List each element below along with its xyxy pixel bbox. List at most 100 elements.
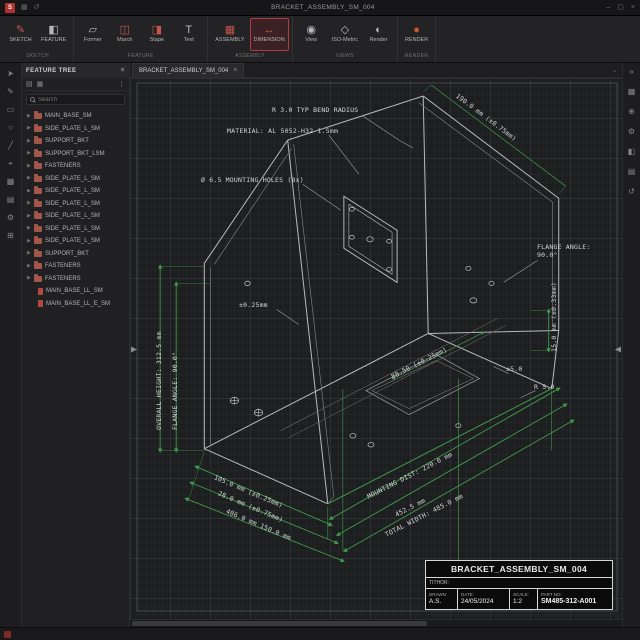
search-input[interactable] [38,96,121,103]
sketch-button[interactable]: ✎ SKETCH [5,18,36,51]
tree-item[interactable]: ▶ SUPPORT_BKT [22,135,129,148]
properties-icon[interactable]: ▦ [628,88,636,96]
sketch-pencil-icon[interactable]: ✎ [7,88,14,96]
collapse-panel-icon[interactable]: » [629,68,633,76]
chevron-right-icon[interactable]: ▶ [27,163,31,169]
tree-item[interactable]: ▶ SUPPORT_BKT [22,248,129,261]
tree-item[interactable]: ▶ FASTENERS [22,260,129,273]
text-button[interactable]: T Text [173,18,204,51]
chevron-right-icon[interactable]: ▶ [27,151,31,156]
title-block: BRACKET_ASSEMBLY_SM_004 TITHOR: DRAWN: A… [425,560,613,610]
stape-button[interactable]: ◨ Stape [141,18,172,51]
panel-close-icon[interactable]: × [121,67,126,74]
line-tool-icon[interactable]: ╱ [8,142,13,150]
window-title: BRACKET_ASSEMBLY_SM_004 [271,4,375,11]
chevron-right-icon[interactable]: ▶ [27,251,31,256]
close-window-icon[interactable]: × [631,4,635,11]
chevron-right-icon[interactable]: ▶ [27,126,31,131]
title-block-scale-cell: SCALE: 1:2 [510,589,538,609]
rect-tool-icon[interactable]: ▭ [7,106,15,114]
status-logo-icon [4,630,11,638]
maximize-icon[interactable]: ▢ [617,4,624,11]
dim-tolerance: ±0.25mm [239,301,268,309]
search-box[interactable] [26,94,125,105]
folder-icon [34,148,42,157]
chevron-right-icon[interactable]: ▶ [27,226,31,231]
tree-item[interactable]: ▶ FASTENERS [22,160,129,173]
cursor-icon[interactable]: ➤ [7,70,14,78]
chevron-right-icon[interactable]: ▶ [27,113,31,119]
assembly-button[interactable]: ▦ ASSEMBLY [211,18,248,51]
feature-tree-panel: FEATURE TREE × ▤ ▦ ⋮ ▶MAIN_BASE_SM ▶SIDE… [22,63,130,627]
chevron-right-icon[interactable]: ▶ [27,276,31,281]
more-options-icon[interactable]: ⋮ [118,81,125,88]
horizontal-scrollbar-thumb[interactable] [132,621,427,626]
render-button[interactable]: ● RENDER [401,18,432,51]
tree-item[interactable]: ▶ SIDE_PLATE_L_SM [22,210,129,223]
shape-icon: ▱ [88,24,97,37]
grid-icon[interactable]: ▦ [7,178,15,186]
layers-icon[interactable]: ▤ [7,196,15,204]
tree-item[interactable]: ▶ SIDE_PLATE_L_SM [22,198,129,211]
tree-item[interactable]: ▶ SIDE_PLATE_L_SM [22,185,129,198]
iso-metric-button[interactable]: ◇ ISO-Metric [328,18,362,51]
tree-item[interactable]: ▶ SUPPORT_BKT_LSM [22,148,129,161]
tab-close-icon[interactable]: × [233,67,237,74]
cube-icon: ◧ [48,24,59,37]
pencil-icon: ✎ [15,24,26,37]
title-block-author-label: TITHOR: [426,578,612,589]
ribbon-group-sketch: ✎ SKETCH ◧ FEATURE SKETCH [2,16,75,62]
snap-target-icon[interactable]: ⌖ [8,160,13,168]
feature-button[interactable]: ◧ FEATURE [37,18,70,51]
tree-item[interactable]: ▶ SIDE_PLATE_L_SM [22,123,129,136]
render-view-button[interactable]: ◐ Render [363,18,394,51]
settings-gear-icon[interactable]: ⚙ [628,128,635,136]
filter-icon[interactable]: ▤ [26,81,33,88]
left-tool-strip: ➤ ✎ ▭ ○ ╱ ⌖ ▦ ▤ ⚙ ⊞ [0,63,22,627]
tree-item[interactable]: ▶ SIDE_PLATE_L_SM [22,235,129,248]
folder-icon [34,173,42,182]
tree-item[interactable]: ▶ FASTENERS [22,273,129,286]
undo-icon[interactable]: ↺ [34,4,40,11]
former-button[interactable]: ▱ Former [77,18,108,51]
menu-grid-icon[interactable]: ▦ [21,4,28,11]
drawing-viewport[interactable]: R 3.0 TYP BEND RADIUS MATERIAL: AL 5052-… [130,78,622,619]
settings-gear-icon[interactable]: ⚙ [7,214,14,222]
dimension-button[interactable]: ↔ DIMENSION [249,18,289,51]
chevron-right-icon[interactable]: ▶ [27,263,31,269]
shell-icon: ◨ [151,24,162,37]
chevron-right-icon[interactable]: ▶ [27,238,31,244]
tree-item[interactable]: MAIN_BASE_LL_SM [22,285,129,298]
tree-item[interactable]: ▶ MAIN_BASE_SM [22,110,129,123]
horizontal-scrollbar[interactable] [130,619,622,627]
chevron-right-icon[interactable]: ▶ [27,201,31,206]
tree-item[interactable]: ▶ SIDE_PLATE_L_SM [22,173,129,186]
chevron-right-icon[interactable]: ▶ [27,213,31,219]
title-block-date-cell: DATE: 24/05/2024 [458,589,510,609]
view-button[interactable]: ◉ View [296,18,327,51]
tab-list-caret-icon[interactable]: ⌄ [612,67,617,74]
march-button[interactable]: ◫ March [109,18,140,51]
tree-item[interactable]: MAIN_BASE_LL_E_SM [22,298,129,311]
expand-all-icon[interactable]: ▦ [37,81,44,88]
document-tab[interactable]: BRACKET_ASSEMBLY_SM_004 × [132,63,245,77]
tree-item[interactable]: ▶ SIDE_PLATE_L_SM [22,223,129,236]
panel-title: FEATURE TREE [26,67,77,74]
dim-corner-radius: R 5.0 [534,383,555,391]
add-icon[interactable]: ⊞ [7,232,14,240]
ribbon-group-label: FEATURE [127,53,154,59]
chevron-right-icon[interactable]: ▶ [27,176,31,181]
chevron-right-icon[interactable]: ▶ [27,188,31,194]
history-icon[interactable]: ↺ [628,188,635,196]
minimize-icon[interactable]: – [606,4,610,11]
chevron-right-icon[interactable]: ▶ [27,138,31,144]
status-bar [0,627,640,640]
zoom-fit-icon[interactable]: ⊕ [628,108,635,116]
text-tool-icon: T [185,24,193,37]
ribbon-group-label: ASSEMBLY [235,53,265,59]
title-block-part-no-cell: PART NO: SM485-312-A001 [541,591,597,606]
layers-panel-icon[interactable]: ▤ [628,168,636,176]
panel-toolbar: ▤ ▦ ⋮ [22,78,129,91]
display-mode-icon[interactable]: ◧ [628,148,636,156]
circle-tool-icon[interactable]: ○ [8,124,13,132]
